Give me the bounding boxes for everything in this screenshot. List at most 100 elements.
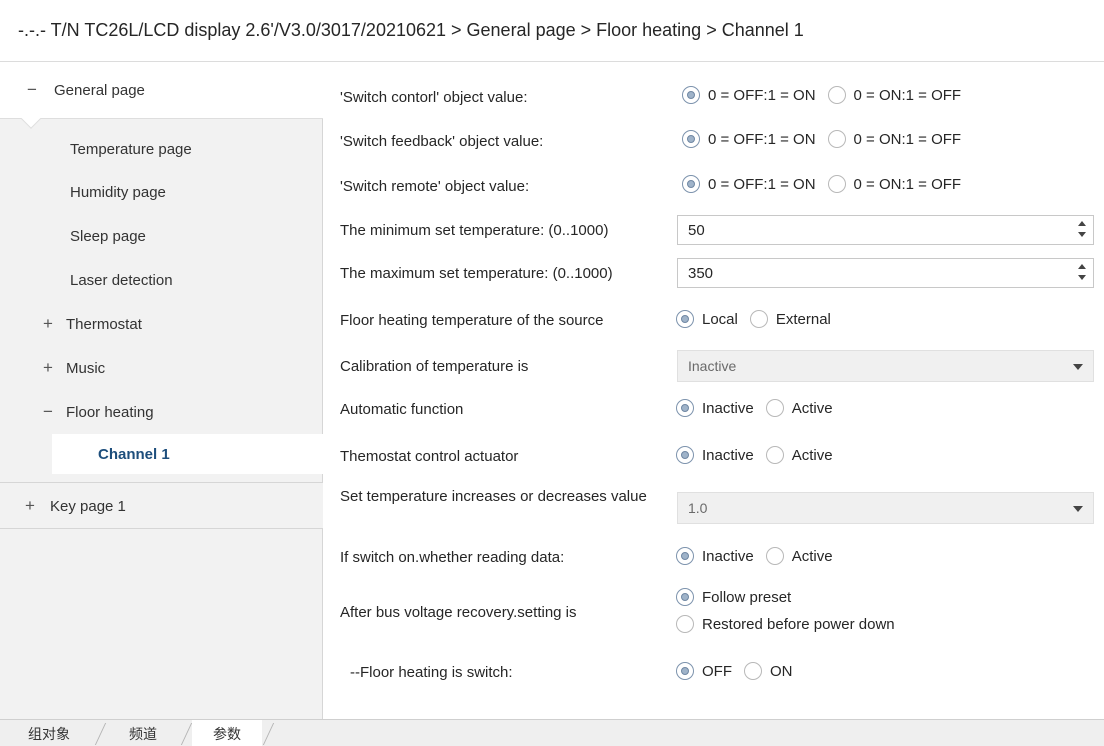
radio-option[interactable]: OFF <box>676 662 732 680</box>
radio-option[interactable]: Active <box>765 446 833 464</box>
param-label: 'Switch feedback' object value: <box>340 133 544 150</box>
radio-option[interactable]: Inactive <box>676 399 754 417</box>
radio-checked-icon[interactable] <box>676 446 694 464</box>
radio-option[interactable]: 0 = ON:1 = OFF <box>827 175 961 193</box>
radio-unchecked-icon[interactable] <box>749 310 768 328</box>
radio-checked-icon[interactable] <box>682 86 700 104</box>
chevron-down-icon[interactable] <box>1073 364 1083 370</box>
tab-separator <box>180 723 193 745</box>
radio-unchecked-icon[interactable] <box>827 130 846 148</box>
radio-checked-icon[interactable] <box>676 588 694 606</box>
tab-channels[interactable]: 频道 <box>110 720 176 746</box>
sidebar-item-laser-detection[interactable]: Laser detection <box>0 260 323 300</box>
sidebar-item-humidity-page[interactable]: Humidity page <box>0 172 323 212</box>
sidebar-item-temperature-page[interactable]: Temperature page <box>0 129 323 169</box>
chevron-down-icon[interactable] <box>1073 506 1083 512</box>
radio-option[interactable]: ON <box>744 662 793 680</box>
radio-unchecked-icon[interactable] <box>765 446 784 464</box>
min-temp-spinbox[interactable]: 50 <box>677 215 1094 245</box>
spinbox-value: 50 <box>688 222 705 239</box>
collapse-icon[interactable]: − <box>24 80 40 100</box>
radio-unchecked-icon[interactable] <box>827 86 846 104</box>
radio-option[interactable]: 0 = ON:1 = OFF <box>827 86 962 104</box>
radio-unchecked-icon[interactable] <box>765 399 784 417</box>
radio-label: Local <box>702 310 738 328</box>
tab-label: 参数 <box>213 725 241 742</box>
radio-checked-icon[interactable] <box>676 547 694 565</box>
radio-option[interactable]: Restored before power down <box>676 615 895 633</box>
param-row-reading-data: If switch on.whether reading data: Inact… <box>324 545 1104 571</box>
radio-checked-icon[interactable] <box>682 130 700 148</box>
radio-label: Active <box>791 547 833 565</box>
expand-icon[interactable]: + <box>22 496 38 516</box>
sidebar-item-channel-1[interactable]: Channel 1 <box>52 434 323 474</box>
radio-label: 0 = OFF:1 = ON <box>708 130 816 148</box>
sidebar-item-label: Floor heating <box>66 403 154 421</box>
sidebar-item-label: Channel 1 <box>98 445 170 463</box>
radio-unchecked-icon[interactable] <box>827 175 846 193</box>
expand-icon[interactable]: + <box>40 358 56 378</box>
radio-checked-icon[interactable] <box>682 175 700 193</box>
radio-unchecked-icon[interactable] <box>765 547 784 565</box>
spinbox-value: 350 <box>688 265 714 282</box>
param-row-temp-step: Set temperature increases or decreases v… <box>324 486 1104 528</box>
sidebar-item-label: Sleep page <box>70 227 146 245</box>
param-label: Calibration of temperature is <box>340 358 529 375</box>
tab-parameters[interactable]: 参数 <box>192 720 262 746</box>
radio-option[interactable]: Local <box>676 310 738 328</box>
breadcrumb: -.-.- T/N TC26L/LCD display 2.6'/V3.0/30… <box>18 20 804 40</box>
sidebar-item-thermostat[interactable]: + Thermostat <box>0 304 323 344</box>
radio-checked-icon[interactable] <box>676 399 694 417</box>
param-label: Automatic function <box>340 401 464 418</box>
radio-checked-icon[interactable] <box>676 310 694 328</box>
radio-label: Active <box>791 399 833 417</box>
radio-option[interactable]: 0 = OFF:1 = ON <box>682 175 816 193</box>
sidebar-item-sleep-page[interactable]: Sleep page <box>0 216 323 256</box>
expand-icon[interactable]: + <box>40 314 56 334</box>
radio-group: 0 = OFF:1 = ON 0 = ON:1 = OFF <box>682 86 973 104</box>
spin-arrows-icon[interactable] <box>1077 219 1087 241</box>
radio-label: OFF <box>702 662 732 680</box>
sidebar-item-label: Music <box>66 359 106 377</box>
tab-label: 组对象 <box>28 725 70 742</box>
param-row-switch-remote: 'Switch remote' object value: 0 = OFF:1 … <box>324 173 1104 199</box>
sidebar-item-floor-heating[interactable]: − Floor heating <box>0 392 323 432</box>
radio-group: Inactive Active <box>676 399 845 417</box>
max-temp-spinbox[interactable]: 350 <box>677 258 1094 288</box>
bottom-tab-bar: 组对象 频道 参数 <box>0 719 1104 746</box>
title-bar: -.-.- T/N TC26L/LCD display 2.6'/V3.0/30… <box>0 0 1104 62</box>
radio-checked-icon[interactable] <box>676 662 694 680</box>
radio-option[interactable]: 0 = OFF:1 = ON <box>682 130 816 148</box>
temp-step-dropdown[interactable]: 1.0 <box>677 492 1094 524</box>
radio-label: 0 = OFF:1 = ON <box>708 86 816 104</box>
radio-label: 0 = ON:1 = OFF <box>853 86 962 104</box>
radio-option[interactable]: 0 = OFF:1 = ON <box>682 86 816 104</box>
radio-label: External <box>775 310 831 328</box>
radio-option[interactable]: Inactive <box>676 547 754 565</box>
spin-arrows-icon[interactable] <box>1077 262 1087 284</box>
param-label: Floor heating temperature of the source <box>340 312 604 329</box>
radio-option[interactable]: Inactive <box>676 446 754 464</box>
radio-option[interactable]: External <box>749 310 831 328</box>
param-label: The maximum set temperature: (0..1000) <box>340 265 613 282</box>
param-label: --Floor heating is switch: <box>350 664 513 681</box>
radio-unchecked-icon[interactable] <box>744 662 762 680</box>
param-row-calibration: Calibration of temperature is Inactive <box>324 349 1104 383</box>
radio-group: OFF ON <box>676 662 805 680</box>
tab-separator <box>94 723 107 745</box>
radio-unchecked-icon[interactable] <box>676 615 694 633</box>
radio-option[interactable]: Active <box>765 547 833 565</box>
sidebar-item-general-page[interactable]: − General page <box>0 70 323 110</box>
sidebar-item-music[interactable]: + Music <box>0 348 323 388</box>
radio-option[interactable]: 0 = ON:1 = OFF <box>827 130 961 148</box>
sidebar-item-label: Humidity page <box>70 183 166 201</box>
tab-group-objects[interactable]: 组对象 <box>14 720 84 746</box>
collapse-icon[interactable]: − <box>40 402 56 422</box>
radio-option[interactable]: Follow preset <box>676 588 791 606</box>
radio-group: 0 = OFF:1 = ON 0 = ON:1 = OFF <box>682 130 973 148</box>
param-label: Themostat control actuator <box>340 448 519 465</box>
sidebar-item-key-page-1[interactable]: + Key page 1 <box>0 486 323 526</box>
param-row-min-temp: The minimum set temperature: (0..1000) 5… <box>324 214 1104 246</box>
calibration-dropdown[interactable]: Inactive <box>677 350 1094 382</box>
radio-option[interactable]: Active <box>765 399 833 417</box>
